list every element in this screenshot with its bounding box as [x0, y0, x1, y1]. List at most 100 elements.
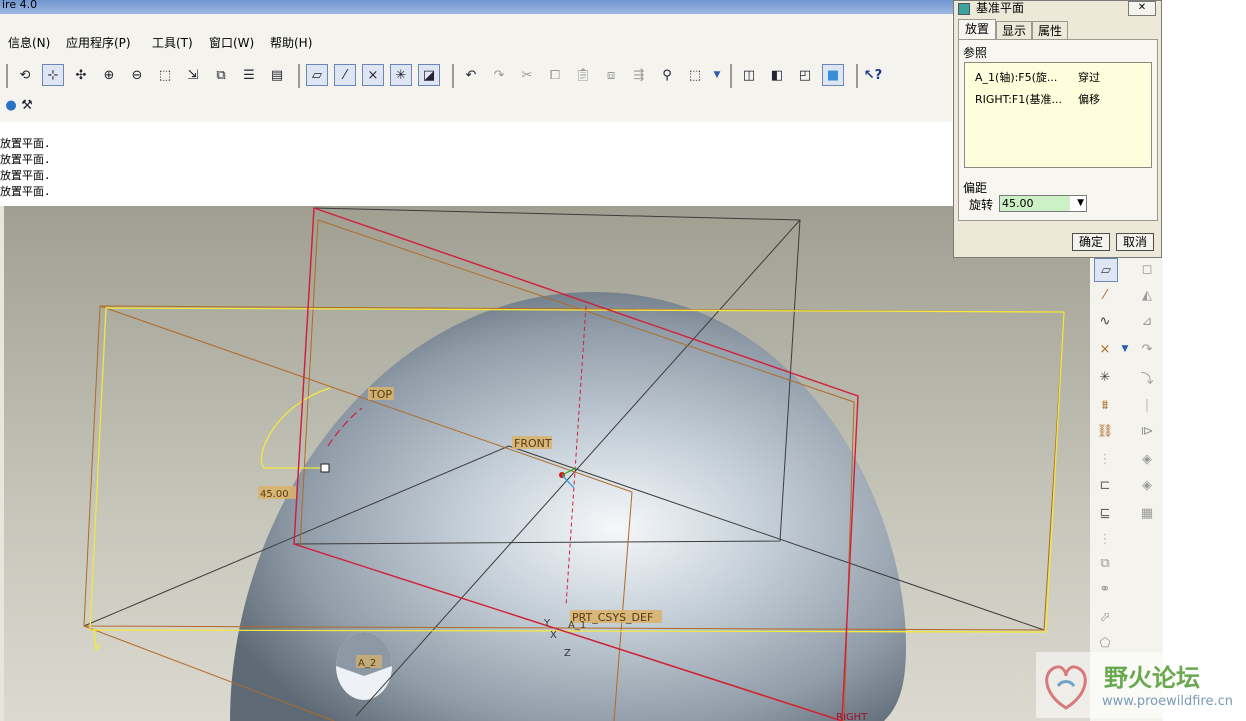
datum-plane-tool-icon[interactable]: ▱	[1094, 258, 1118, 282]
offset-icon[interactable]: ⬠	[1094, 632, 1116, 654]
chevron-down-icon[interactable]: ▼	[1077, 196, 1084, 211]
menu-window[interactable]: 窗口(W)	[209, 34, 254, 51]
hole-icon[interactable]: |	[1136, 394, 1158, 416]
reference-constraint[interactable]: 偏移	[1078, 91, 1100, 107]
datum-planes-display-icon[interactable]: ▱	[306, 64, 328, 86]
datum-plane-dialog: 基准平面 ✕ 放置 显示 属性 参照 A_1(轴):F5(旋... 穿过 RIG…	[953, 0, 1162, 258]
model-canvas[interactable]: TOP FRONT PRT_CSYS_DEF A_1 Y X Z A_2 45.…	[4, 206, 1090, 721]
tab-display[interactable]: 显示	[996, 21, 1032, 39]
datum-point-tool-icon[interactable]: ×	[1094, 338, 1116, 360]
datum-plane-icon	[958, 3, 970, 15]
watermark-title: 野火论坛	[1104, 664, 1200, 692]
rotation-value[interactable]: 45.00	[1000, 196, 1070, 211]
cancel-button[interactable]: 取消	[1116, 233, 1154, 251]
sketch-plane-icon[interactable]: ◻	[1136, 258, 1158, 280]
merge-icon[interactable]: ⧉	[1094, 552, 1116, 574]
tab-properties[interactable]: 属性	[1032, 21, 1068, 39]
sweep-icon[interactable]: ↷	[1136, 338, 1158, 360]
toolbar-separator	[452, 64, 454, 88]
extend-icon[interactable]: ⬀	[1094, 606, 1116, 628]
annotation-display-icon[interactable]: ◪	[418, 64, 440, 86]
chain-icon[interactable]: ⛓	[1094, 420, 1116, 442]
tab-placement[interactable]: 放置	[958, 19, 996, 39]
no-hidden-icon[interactable]: ◰	[794, 64, 816, 86]
rib-icon[interactable]: ⊏	[1094, 474, 1116, 496]
shading-icon[interactable]: ■	[822, 64, 844, 86]
message-line: 放置平面.	[0, 185, 51, 198]
axis-a2-label: A_2	[358, 658, 376, 669]
trim-icon[interactable]: ⚭	[1094, 578, 1116, 600]
orient-mode-icon[interactable]: ✣	[70, 64, 92, 86]
watermark-logo-icon	[1045, 665, 1087, 710]
view-manager-icon[interactable]: ▤	[266, 64, 288, 86]
zoom-out-icon[interactable]: ⊖	[126, 64, 148, 86]
plane-direction-arrow	[93, 629, 101, 653]
graphics-window[interactable]: TOP FRONT PRT_CSYS_DEF A_1 Y X Z A_2 45.…	[4, 206, 1090, 721]
front-label: FRONT	[514, 437, 552, 450]
reference-constraint[interactable]: 穿过	[1078, 69, 1100, 85]
saved-views-icon[interactable]: ⧉	[210, 64, 232, 86]
datum-axes-display-icon[interactable]: ⁄	[334, 64, 356, 86]
datum-curve-tool-icon[interactable]: ∿	[1094, 310, 1116, 332]
toolbar-separator	[856, 64, 858, 88]
model-tree-settings-icon[interactable]: ⚒	[16, 94, 38, 116]
chevron-down-icon[interactable]: ▼	[706, 64, 728, 86]
zoom-in-icon[interactable]: ⊕	[98, 64, 120, 86]
menu-info[interactable]: 信息(N)	[8, 34, 50, 51]
revolve-icon[interactable]: ⊿	[1136, 310, 1158, 332]
spin-center-icon[interactable]: ⊹	[42, 64, 64, 86]
datum-axis-tool-icon[interactable]: ⁄	[1094, 284, 1116, 306]
close-icon[interactable]: ✕	[1128, 1, 1156, 16]
blend-icon[interactable]: ⤵	[1136, 366, 1158, 388]
main-toolbar: ⟲ ⊹ ✣ ⊕ ⊖ ⬚ ⇲ ⧉ ☰ ▤ ▱ ⁄ × ✳ ◪ ↶ ↷ ✂ ⧠ 📋︎…	[0, 58, 952, 123]
round-icon[interactable]: ⊑	[1094, 502, 1116, 524]
context-help-icon[interactable]: ↖?	[862, 64, 884, 86]
references-label: 参照	[963, 46, 988, 60]
draft-icon[interactable]: ◈	[1136, 474, 1158, 496]
csys-display-icon[interactable]: ✳	[390, 64, 412, 86]
analysis-feature-icon[interactable]: ⩩	[1094, 394, 1116, 416]
datum-points-display-icon[interactable]: ×	[362, 64, 384, 86]
paste-special-icon[interactable]: ⧈	[600, 64, 622, 86]
cut-icon[interactable]: ✂	[516, 64, 538, 86]
menu-tools[interactable]: 工具(T)	[152, 34, 193, 51]
references-list[interactable]: A_1(轴):F5(旋... 穿过 RIGHT:F1(基准... 偏移	[964, 62, 1152, 168]
shell-icon[interactable]: ◈	[1136, 448, 1158, 470]
list-item[interactable]: A_1(轴):F5(旋... 穿过	[965, 69, 1151, 85]
extrude-icon[interactable]: ◭	[1136, 284, 1158, 306]
refit-icon[interactable]: ⬚	[154, 64, 176, 86]
csys-tool-icon[interactable]: ✳	[1094, 366, 1116, 388]
paste-icon[interactable]: 📋︎	[572, 64, 594, 86]
mirror-icon[interactable]: ⧐	[1136, 420, 1158, 442]
find-icon[interactable]: ⚲	[656, 64, 678, 86]
dialog-title-bar: 基准平面 ✕	[954, 1, 1161, 17]
reference-name: RIGHT:F1(基准...	[975, 93, 1063, 106]
offset-label: 偏距	[963, 181, 988, 195]
ok-button[interactable]: 确定	[1072, 233, 1110, 251]
rotation-field[interactable]: 45.00 ▼	[999, 195, 1087, 212]
copy-icon[interactable]: ⧠	[544, 64, 566, 86]
drag-handle[interactable]	[320, 463, 330, 473]
message-area: 放置平面. 放置平面. 放置平面. 放置平面.	[0, 122, 952, 206]
pattern-icon[interactable]: ▦	[1136, 502, 1158, 524]
layers-icon[interactable]: ☰	[238, 64, 260, 86]
hidden-line-icon[interactable]: ◧	[766, 64, 788, 86]
redo-icon[interactable]: ↷	[488, 64, 510, 86]
disabled-tool-icon[interactable]: ⋮	[1094, 528, 1116, 550]
chevron-down-icon[interactable]: ▼	[1114, 338, 1136, 360]
top-label: TOP	[369, 388, 392, 401]
window-title: ire 4.0	[2, 0, 38, 11]
list-item[interactable]: RIGHT:F1(基准... 偏移	[965, 91, 1151, 107]
reorient-icon[interactable]: ⇲	[182, 64, 204, 86]
window-title-bar: ire 4.0	[0, 0, 954, 14]
selection-box-icon[interactable]: ⬚	[684, 64, 706, 86]
watermark: 野火论坛 www.proewildfire.cn	[1036, 652, 1244, 718]
menu-help[interactable]: 帮助(H)	[270, 34, 312, 51]
repaint-icon[interactable]: ⟲	[14, 64, 36, 86]
menu-applications[interactable]: 应用程序(P)	[66, 34, 131, 51]
angle-dimension-label[interactable]: 45.00	[260, 489, 289, 500]
wireframe-icon[interactable]: ◫	[738, 64, 760, 86]
regenerate-icon[interactable]: ⇶	[628, 64, 650, 86]
disabled-tool-icon[interactable]: ⋮	[1094, 448, 1116, 470]
undo-icon[interactable]: ↶	[460, 64, 482, 86]
